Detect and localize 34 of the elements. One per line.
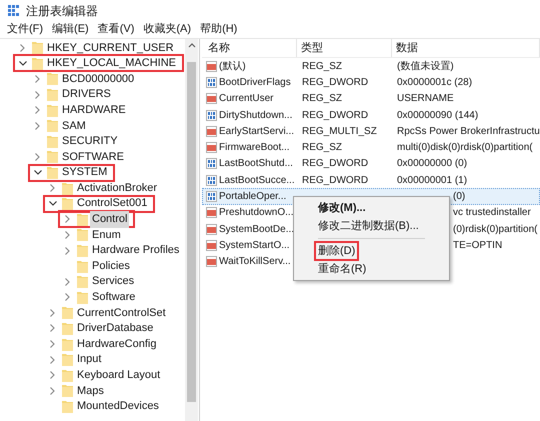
value-name: PreshutdownO...: [219, 206, 294, 220]
table-cell: REG_DWORD: [302, 174, 368, 186]
value-name: (默认): [219, 60, 246, 74]
value-name: DirtyShutdown...: [219, 108, 292, 123]
value-name: SystemBootDe...: [219, 222, 294, 237]
value-name: LastBootSucce...: [219, 174, 295, 188]
value-name: LastBootShutd...: [219, 157, 293, 172]
table-cell: (0)rdisk(0)partition(: [453, 224, 538, 235]
value-name: CurrentUser: [219, 92, 274, 106]
table-cell: 0x00000001 (1): [397, 174, 468, 186]
table-cell: 0x0000001c (28): [397, 76, 472, 88]
table-cell: REG_MULTI_SZ: [302, 126, 377, 137]
table-cell: REG_DWORD: [302, 76, 368, 88]
table-cell: REG_SZ: [302, 60, 342, 72]
table-cell: REG_DWORD: [302, 158, 368, 170]
table-cell: REG_DWORD: [302, 110, 368, 121]
value-name: EarlyStartServi...: [219, 124, 294, 139]
window-title: 注册表编辑器: [26, 2, 98, 20]
table-cell: 0x00000090 (144): [397, 110, 478, 121]
table-cell: USERNAME: [397, 93, 454, 104]
value-name: FirmwareBoot...: [219, 141, 290, 156]
table-cell: (0): [453, 191, 466, 202]
table-cell: REG_SZ: [302, 93, 342, 104]
table-cell: TE=OPTIN: [453, 240, 502, 251]
value-name: BootDriverFlags: [219, 76, 291, 90]
value-name: PortableOper...: [219, 190, 286, 204]
table-cell: vc trustedinstaller: [453, 207, 531, 218]
table-cell: REG_SZ: [302, 142, 342, 154]
value-name: SystemStartO...: [219, 238, 290, 253]
table-cell: (数值未设置): [397, 60, 454, 72]
value-name: WaitToKillServ...: [219, 255, 291, 270]
table-cell: 0x00000000 (0): [397, 158, 468, 170]
table-cell: multi(0)disk(0)rdisk(0)partition(: [397, 142, 533, 154]
table-cell: RpcSs Power BrokerInfrastructu: [397, 126, 540, 137]
